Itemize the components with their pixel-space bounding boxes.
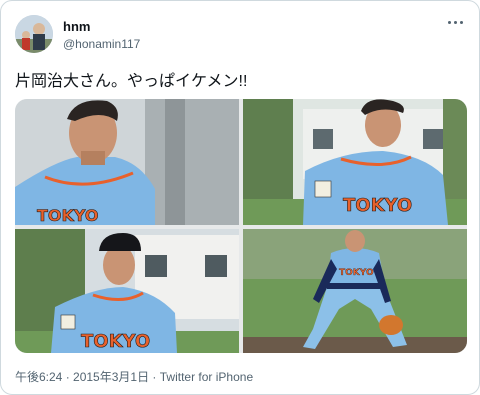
jersey-text-2: TOKYO [343, 195, 412, 216]
more-options-icon[interactable] [445, 15, 465, 29]
meta-separator-1: · [62, 370, 74, 384]
tweet-source[interactable]: Twitter for iPhone [160, 370, 253, 384]
jersey-text-4: TOKYO [339, 268, 374, 278]
jersey-text-3: TOKYO [81, 331, 150, 352]
photo-1[interactable]: TOKYO [15, 99, 239, 225]
meta-separator-2: · [149, 370, 160, 384]
photo-grid: TOKYO TOKYO TOKYO TOKYO [15, 99, 467, 353]
tweet-time[interactable]: 午後6:24 [15, 370, 62, 384]
tweet-text: 片岡治大さん。やっぱイケメン!! [15, 73, 248, 90]
user-handle[interactable]: @honamin117 [63, 37, 140, 51]
jersey-text-1: TOKYO [37, 206, 99, 225]
photo-3[interactable]: TOKYO [15, 229, 239, 353]
photo-4[interactable]: TOKYO [243, 229, 467, 353]
tweet-date[interactable]: 2015年3月1日 [73, 370, 149, 384]
tweet-meta: 午後6:24 · 2015年3月1日 · Twitter for iPhone [15, 368, 253, 385]
user-name[interactable]: hnm [63, 19, 90, 34]
photo-2[interactable]: TOKYO [243, 99, 467, 225]
tweet-card: hnm @honamin117 片岡治大さん。やっぱイケメン!! TOKYO T… [0, 0, 480, 395]
avatar[interactable] [15, 15, 53, 53]
